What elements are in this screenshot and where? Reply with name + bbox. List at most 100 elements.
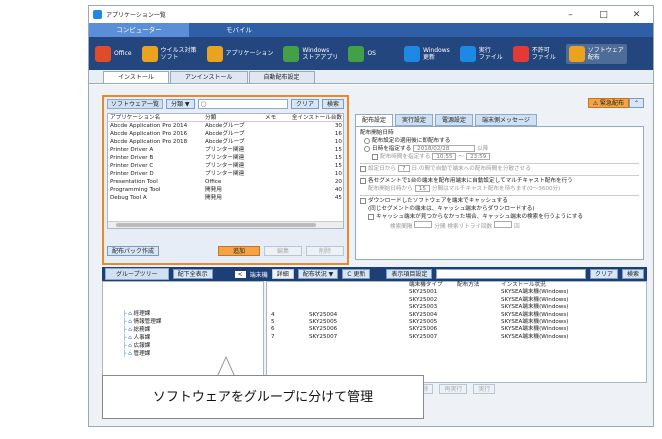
forbidden-icon <box>512 45 529 62</box>
table-row[interactable]: SKY25001 SKYSEA端末機(Windows) <box>267 289 646 296</box>
software-search-input[interactable]: ○ <box>197 99 288 109</box>
tree-node[interactable]: ├ ⌂ 総務課 <box>123 326 263 334</box>
col-install-count[interactable]: 全インストール台数 <box>290 114 342 121</box>
columns-button[interactable]: 表示項目設定 <box>386 269 433 279</box>
col-type[interactable]: 端末機タイプ <box>409 282 457 289</box>
list-item[interactable]: Presentation Tool Office 20 <box>108 178 343 186</box>
list-item[interactable]: Abcde Application Pro 2016 Abcdeグループ 16 <box>108 130 343 138</box>
terminal-toolbar: グループツリー 配下全表示 < 端末機 詳細 配布状況 ▼ C 更新 表示項目設… <box>102 267 647 281</box>
clear-button[interactable]: クリア <box>290 99 319 109</box>
emergency-dist-button[interactable]: ⚠ 緊急配布 <box>587 98 629 108</box>
tree-node[interactable]: ├ ⌂ 広報課 <box>123 342 263 350</box>
refresh-button[interactable]: C 更新 <box>342 269 371 279</box>
col-method[interactable]: 配布方法 <box>457 282 501 289</box>
table-row[interactable]: SKY25003 SKYSEA端末機(Windows) <box>267 304 646 311</box>
group-filter-button[interactable]: 分類 ▼ <box>166 99 195 109</box>
table-header: アプリケーション名 分類 メモ 全インストール台数 <box>108 114 343 122</box>
cache-checkbox[interactable] <box>360 197 366 204</box>
tree-node[interactable]: ├ ⌂ 人事課 <box>123 334 263 342</box>
edit-button[interactable]: 編集 <box>264 246 302 256</box>
list-item[interactable]: Printer Driver C プリンター関連 15 <box>108 162 343 170</box>
list-item[interactable]: Printer Driver B プリンター関連 15 <box>108 154 343 162</box>
mc-sub1: 配布開始日時から <box>368 186 413 192</box>
folder-icon: ├ ⌂ <box>123 343 134 349</box>
ribbon-button-2[interactable]: アプリケーション <box>206 45 273 62</box>
tab-auto-dist[interactable]: 自動配布設定 <box>248 71 315 83</box>
folder-icon: ├ ⌂ <box>123 319 134 325</box>
list-item[interactable]: Debug Tool A 開発用 45 <box>108 194 343 202</box>
create-pack-button[interactable]: 配布パック作成 <box>107 246 160 256</box>
mc-field[interactable]: 15 <box>414 185 430 192</box>
days-checkbox[interactable] <box>360 165 366 172</box>
opt-immediate-radio[interactable] <box>364 137 370 144</box>
table-row[interactable]: 6 SKY25006 SKY25006 SKYSEA端末機(Windows) <box>267 326 646 333</box>
after-label: 以降 <box>477 146 489 152</box>
detail-button[interactable]: 詳細 <box>271 269 294 279</box>
days-field[interactable]: 7 <box>397 165 410 172</box>
show-all-button[interactable]: 配下全表示 <box>172 269 213 279</box>
tab-terminal-message[interactable]: 端末側メッセージ <box>475 114 537 126</box>
time-from-field[interactable]: 10:55 <box>432 153 457 160</box>
tab-dist-settings[interactable]: 配布設定 <box>355 114 394 126</box>
time-to-field[interactable]: 23:59 <box>466 153 491 160</box>
col-group[interactable]: 分類 <box>205 114 265 121</box>
list-item[interactable]: Printer Driver D プリンター関連 10 <box>108 170 343 178</box>
time-checkbox[interactable] <box>372 153 378 160</box>
table-row[interactable]: 7 SKY25007 SKY25007 SKYSEA端末機(Windows) <box>267 334 646 341</box>
collapse-left-icon[interactable]: < <box>234 270 246 278</box>
terminal-search-input[interactable] <box>436 269 586 279</box>
terminal-search-button[interactable]: 検索 <box>621 269 644 279</box>
tab-mobile[interactable]: モバイル <box>189 23 289 37</box>
ribbon-button-4[interactable]: OS <box>348 45 376 62</box>
list-item[interactable]: Abcde Application Pro 2018 Abcdeグループ 10 <box>108 138 343 146</box>
ribbon-button-0[interactable]: Office <box>95 45 132 62</box>
footer-button-3[interactable]: 再実行 <box>439 384 468 394</box>
ribbon-label: Office <box>114 50 132 57</box>
ribbon-button-8[interactable]: ソフトウェア 配布 <box>565 43 627 64</box>
list-item[interactable]: Printer Driver A プリンター関連 15 <box>108 146 343 154</box>
tab-uninstall[interactable]: アンインストール <box>169 71 248 83</box>
ribbon-button-6[interactable]: 実行 ファイル <box>459 45 503 62</box>
horizontal-scrollbar[interactable] <box>108 221 343 228</box>
opt-datetime-radio[interactable] <box>364 145 370 152</box>
col-memo[interactable]: メモ <box>265 114 290 121</box>
tree-node[interactable]: ├ ⌂ 管理課 <box>123 350 263 358</box>
retry-field[interactable] <box>494 221 513 228</box>
table-row[interactable]: SKY25002 SKYSEA端末機(Windows) <box>267 297 646 304</box>
tab-exec-settings[interactable]: 実行設定 <box>395 114 434 126</box>
status-filter-button[interactable]: 配布状況 ▼ <box>297 269 339 279</box>
col-app-name[interactable]: アプリケーション名 <box>110 114 205 121</box>
search-button[interactable]: 検索 <box>321 99 344 109</box>
retry-unit: 回 <box>514 224 520 230</box>
ribbon-button-1[interactable]: ウイルス対策 ソフト <box>141 45 197 62</box>
tab-install[interactable]: インストール <box>103 71 169 83</box>
delete-button[interactable]: 削除 <box>306 246 344 256</box>
minimize-button[interactable]: – <box>554 10 587 20</box>
date-field[interactable]: 2018/02/28 <box>413 145 476 152</box>
table-row[interactable]: 5 SKY25005 SKY25005 SKYSEA端末機(Windows) <box>267 319 646 326</box>
terminal-table: 端末機タイプ 配布方法 インストール状況 SKY25001 SKYSEA端末機(Win… <box>266 281 647 383</box>
interval-field[interactable] <box>414 221 433 228</box>
ribbon-button-3[interactable]: Windows ストアアプリ <box>283 45 338 62</box>
distribution-panel: ⚠ 緊急配布 ⌃ 配布設定 実行設定 電源設定 端末側メッセージ 配布開始日時 … <box>352 95 647 260</box>
terminal-header: 端末機タイプ 配布方法 インストール状況 <box>267 282 646 289</box>
list-item[interactable]: Programming Tool 開発用 40 <box>108 186 343 194</box>
tab-computer[interactable]: コンピューター <box>89 23 189 37</box>
collapse-button[interactable]: ⌃ <box>628 98 644 108</box>
terminal-clear-button[interactable]: クリア <box>589 269 618 279</box>
ribbon-button-5[interactable]: Windows 更新 <box>403 45 450 62</box>
list-item[interactable]: Abcde Application Pro 2014 Abcdeグループ 30 <box>108 122 343 130</box>
tree-node[interactable]: ├ ⌂ 経理課 <box>123 310 263 318</box>
table-row[interactable]: 4 SKY25004 SKY25004 SKYSEA端末機(Windows) <box>267 312 646 319</box>
tree-node[interactable]: ├ ⌂ 情報管理課 <box>123 318 263 326</box>
tab-power-settings[interactable]: 電源設定 <box>435 114 474 126</box>
add-button[interactable]: 追加 <box>218 246 260 256</box>
ribbon: Office ウイルス対策 ソフト アプリケーション Windows ストアアプリ OS… <box>89 37 653 70</box>
multicast-checkbox[interactable] <box>360 177 366 184</box>
ribbon-button-7[interactable]: 不許可 ファイル <box>512 45 556 62</box>
maximize-button[interactable]: □ <box>587 10 620 20</box>
cache-search-checkbox[interactable] <box>368 213 374 220</box>
footer-button-4[interactable]: 実行 <box>473 384 496 394</box>
ribbon-label: ウイルス対策 ソフト <box>160 46 197 61</box>
close-button[interactable]: ✕ <box>620 10 653 20</box>
